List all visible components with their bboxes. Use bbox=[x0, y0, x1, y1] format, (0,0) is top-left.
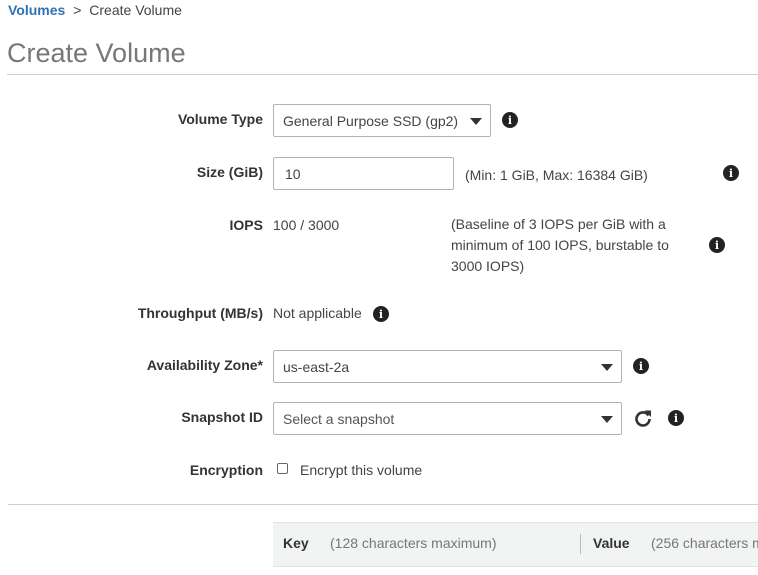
iops-hint-line: 3000 IOPS) bbox=[451, 258, 525, 274]
tags-table-header: Key (128 characters maximum) Value (256 … bbox=[273, 522, 758, 567]
page-title: Create Volume bbox=[7, 38, 186, 68]
volume-type-select[interactable]: General Purpose SSD (gp2) bbox=[273, 104, 491, 137]
iops-value: 100 / 3000 bbox=[273, 217, 340, 233]
volume-type-value: General Purpose SSD (gp2) bbox=[283, 112, 459, 129]
availability-zone-select[interactable]: us-east-2a bbox=[273, 350, 622, 383]
section-divider bbox=[8, 504, 758, 505]
breadcrumb-current: Create Volume bbox=[89, 2, 182, 18]
iops-hint-line: (Baseline of 3 IOPS per GiB with a bbox=[451, 216, 666, 232]
title-divider bbox=[7, 74, 758, 75]
breadcrumb-separator: > bbox=[73, 2, 82, 18]
size-input[interactable] bbox=[273, 157, 454, 190]
iops-info-icon[interactable]: i bbox=[709, 237, 725, 253]
encrypt-volume-checkbox[interactable] bbox=[277, 463, 288, 474]
tags-value-hint: (256 characters maximum) bbox=[651, 535, 758, 551]
size-hint: (Min: 1 GiB, Max: 16384 GiB) bbox=[465, 167, 648, 183]
snapshot-select[interactable]: Select a snapshot bbox=[273, 402, 622, 435]
snapshot-id-label: Snapshot ID bbox=[181, 409, 263, 425]
create-volume-page: Volumes > Create Volume Create Volume Vo… bbox=[0, 0, 758, 575]
availability-zone-label: Availability Zone* bbox=[146, 357, 263, 373]
encrypt-volume-checkbox-label[interactable]: Encrypt this volume bbox=[300, 462, 422, 478]
column-divider bbox=[580, 534, 581, 554]
throughput-label: Throughput (MB/s) bbox=[137, 305, 263, 321]
availability-zone-info-icon[interactable]: i bbox=[633, 358, 649, 374]
availability-zone-value: us-east-2a bbox=[283, 358, 350, 375]
tags-value-header: Value bbox=[593, 535, 630, 551]
refresh-icon[interactable] bbox=[633, 408, 653, 428]
iops-label: IOPS bbox=[229, 217, 263, 233]
volume-type-info-icon[interactable]: i bbox=[502, 112, 518, 128]
chevron-down-icon bbox=[601, 416, 613, 423]
breadcrumb: Volumes > Create Volume bbox=[8, 2, 182, 18]
size-label: Size (GiB) bbox=[196, 164, 263, 180]
tags-key-header: Key bbox=[283, 535, 309, 551]
iops-hint-line: minimum of 100 IOPS, burstable to bbox=[451, 237, 669, 253]
tags-key-hint: (128 characters maximum) bbox=[330, 535, 497, 551]
encryption-label: Encryption bbox=[189, 462, 263, 478]
size-info-icon[interactable]: i bbox=[723, 165, 739, 181]
chevron-down-icon bbox=[601, 364, 613, 371]
snapshot-placeholder: Select a snapshot bbox=[283, 410, 395, 427]
throughput-value: Not applicable bbox=[273, 305, 362, 321]
chevron-down-icon bbox=[470, 118, 482, 125]
throughput-info-icon[interactable]: i bbox=[373, 306, 389, 322]
breadcrumb-volumes-link[interactable]: Volumes bbox=[8, 2, 65, 18]
iops-hint: (Baseline of 3 IOPS per GiB with a minim… bbox=[451, 214, 701, 277]
snapshot-info-icon[interactable]: i bbox=[668, 410, 684, 426]
volume-type-label: Volume Type bbox=[177, 111, 263, 127]
